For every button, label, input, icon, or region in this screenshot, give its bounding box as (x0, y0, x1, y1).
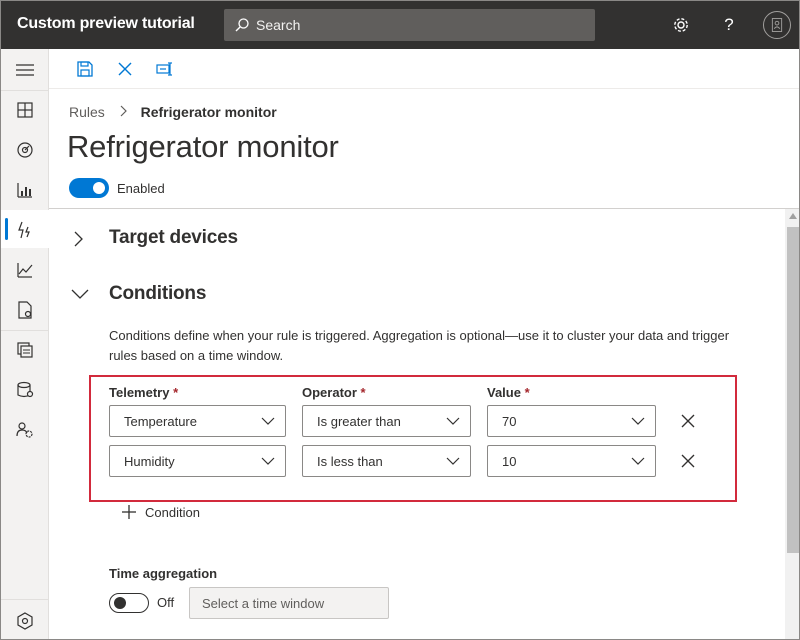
time-aggregation-toggle[interactable] (109, 593, 149, 613)
dashboard-icon (17, 102, 33, 118)
value-dropdown[interactable]: 70 (487, 405, 656, 437)
chevron-down-icon (261, 417, 275, 425)
save-icon[interactable] (75, 59, 95, 79)
user-icon (771, 18, 783, 32)
vertical-scrollbar[interactable] (785, 209, 799, 639)
nav-divider (1, 599, 49, 600)
conditions-description: Conditions define when your rule is trig… (109, 328, 730, 363)
data-export-icon (17, 381, 34, 398)
nav-item-settings[interactable] (1, 601, 49, 639)
nav-item-device-templates[interactable] (1, 330, 49, 368)
chevron-down-icon (631, 457, 645, 465)
enabled-toggle[interactable] (69, 178, 109, 198)
time-window-input: Select a time window (189, 587, 389, 619)
delete-condition-icon[interactable] (678, 451, 698, 471)
dropdown-value: Is less than (317, 454, 383, 469)
rules-icon (18, 221, 30, 239)
section-title: Conditions (109, 283, 207, 304)
value-header-label: Value (487, 385, 521, 400)
add-condition-label: Condition (145, 505, 200, 520)
nav-item-rules[interactable] (1, 210, 49, 248)
chevron-down-icon (446, 457, 460, 465)
nav-item-dashboard[interactable] (1, 90, 49, 128)
breadcrumb-rules-link[interactable]: Rules (69, 104, 105, 120)
header-divider (49, 208, 799, 209)
telemetry-header: Telemetry * (109, 385, 178, 400)
nav-menu-toggle[interactable] (1, 51, 49, 89)
app-window: Custom preview tutorial Search ? Rules R… (0, 0, 800, 640)
breadcrumb-current: Refrigerator monitor (140, 104, 277, 120)
chevron-down-icon (261, 457, 275, 465)
devices-icon (17, 142, 33, 158)
operator-header: Operator * (302, 385, 366, 400)
dropdown-value: Is greater than (317, 414, 401, 429)
device-templates-icon (17, 342, 33, 358)
required-mark: * (524, 385, 530, 400)
nav-item-data-export[interactable] (1, 370, 49, 408)
section-target-devices[interactable]: Target devices (49, 219, 779, 259)
telemetry-header-label: Telemetry (109, 385, 170, 400)
dropdown-value: Temperature (124, 414, 197, 429)
hamburger-icon (16, 64, 34, 76)
chevron-down-icon (446, 417, 460, 425)
time-aggregation-label: Time aggregation (109, 566, 218, 581)
avatar[interactable] (763, 11, 791, 39)
operator-header-label: Operator (302, 385, 357, 400)
search-icon (235, 18, 249, 32)
nav-item-administration[interactable] (1, 410, 49, 448)
command-bar (49, 49, 799, 89)
dropdown-value: 70 (502, 414, 517, 429)
section-title: Target devices (109, 227, 238, 248)
nav-item-analytics[interactable] (1, 170, 49, 208)
time-aggregation-toggle-label: Off (157, 595, 175, 610)
dropdown-value: Humidity (124, 454, 175, 469)
telemetry-dropdown[interactable]: Humidity (109, 445, 286, 477)
time-window-placeholder: Select a time window (202, 596, 325, 611)
operator-dropdown[interactable]: Is greater than (302, 405, 471, 437)
highlight-box (89, 375, 737, 502)
required-mark: * (360, 385, 366, 400)
operator-dropdown[interactable]: Is less than (302, 445, 471, 477)
search-placeholder[interactable]: Search (256, 17, 300, 33)
nav-item-jobs[interactable] (1, 290, 49, 328)
dropdown-value: 10 (502, 454, 517, 469)
help-icon[interactable]: ? (719, 15, 739, 35)
chevron-down-icon (71, 289, 89, 299)
gear-icon[interactable] (671, 15, 691, 35)
page-title[interactable]: Refrigerator monitor (67, 129, 339, 165)
section-conditions[interactable]: Conditions (49, 275, 779, 315)
toggle-knob (93, 182, 105, 194)
app-title[interactable]: Custom preview tutorial (17, 15, 195, 33)
jobs-icon (18, 301, 32, 319)
value-dropdown[interactable]: 10 (487, 445, 656, 477)
cancel-icon[interactable] (115, 59, 135, 79)
chevron-right-icon (119, 104, 127, 120)
rename-icon[interactable] (155, 59, 175, 79)
nav-item-devices[interactable] (1, 130, 49, 168)
search-box[interactable]: Search (224, 9, 595, 41)
required-mark: * (173, 385, 179, 400)
plus-icon (122, 505, 136, 519)
left-nav (1, 49, 49, 639)
breadcrumb: Rules Refrigerator monitor (69, 104, 277, 120)
toggle-knob (114, 597, 126, 609)
telemetry-dropdown[interactable]: Temperature (109, 405, 286, 437)
settings-icon (17, 612, 33, 630)
chart-icon (17, 263, 33, 278)
value-header: Value * (487, 385, 530, 400)
scrollbar-thumb[interactable] (787, 227, 799, 553)
nav-item-charts[interactable] (1, 250, 49, 288)
delete-condition-icon[interactable] (678, 411, 698, 431)
enabled-label: Enabled (117, 181, 165, 196)
chevron-down-icon (631, 417, 645, 425)
top-bar: Custom preview tutorial Search ? (1, 1, 799, 49)
chevron-right-icon (74, 231, 83, 247)
admin-icon (16, 422, 33, 438)
analytics-icon (17, 183, 32, 198)
scroll-up-arrow-icon[interactable] (789, 213, 797, 219)
